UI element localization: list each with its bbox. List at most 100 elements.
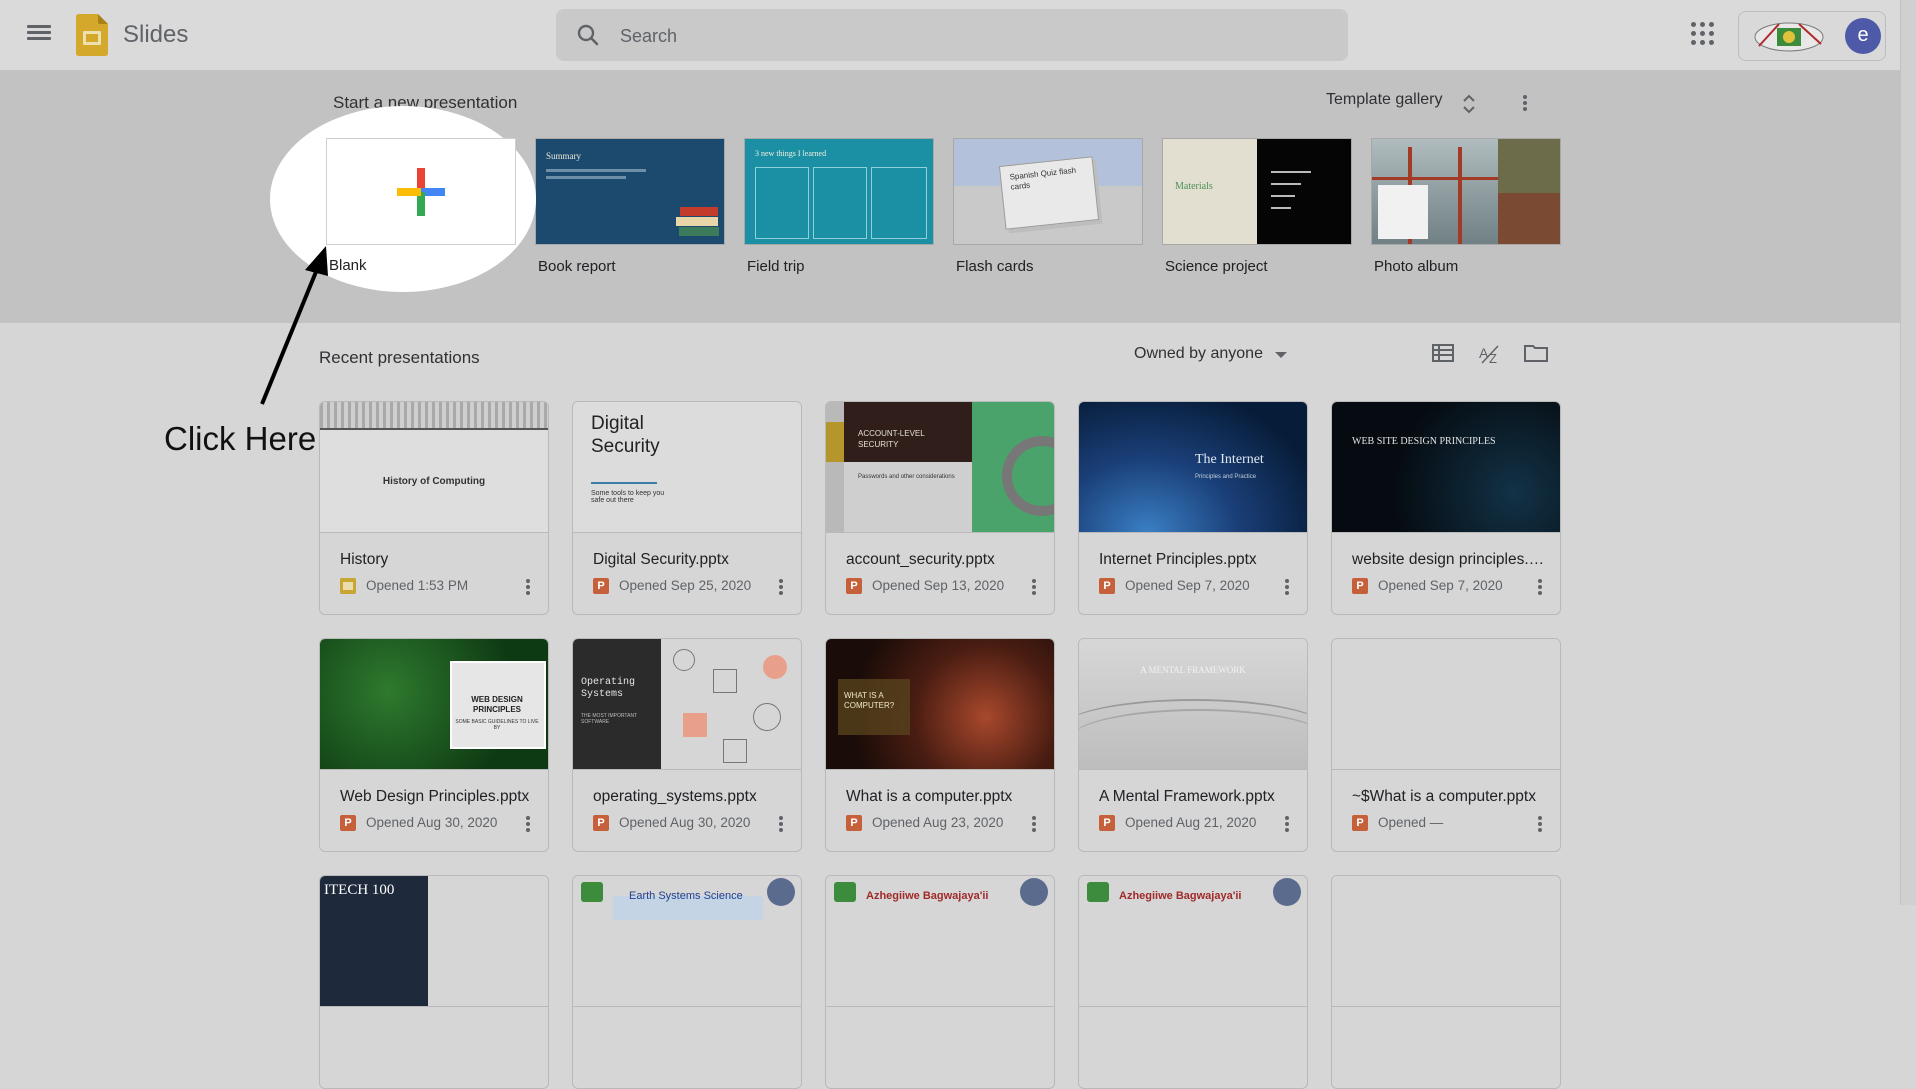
powerpoint-file-icon: P bbox=[1099, 815, 1115, 831]
presentation-thumbnail[interactable]: WEB SITE DESIGN PRINCIPLES bbox=[1332, 402, 1560, 533]
thumb-title: A MENTAL FRAMEWORK bbox=[1140, 665, 1246, 675]
powerpoint-file-icon: P bbox=[1099, 578, 1115, 594]
template-thumbnail[interactable] bbox=[1371, 138, 1561, 245]
template-gallery-button[interactable]: Template gallery bbox=[1326, 91, 1443, 109]
template-label: Book report bbox=[538, 258, 616, 275]
presentation-card[interactable] bbox=[1331, 875, 1561, 1089]
thumb-subtitle: THE MOST IMPORTANT SOFTWARE bbox=[581, 713, 638, 725]
card-more-icon[interactable] bbox=[518, 577, 538, 597]
powerpoint-file-icon: P bbox=[846, 578, 862, 594]
presentation-title: History bbox=[340, 551, 389, 568]
account-switcher[interactable]: e bbox=[1738, 11, 1886, 61]
search-input[interactable] bbox=[618, 9, 1322, 63]
presentation-title: website design principles.pptx bbox=[1352, 551, 1552, 568]
opened-date: Opened Aug 23, 2020 bbox=[872, 815, 1004, 830]
presentation-thumbnail[interactable]: Azhegiiwe Bagwajaya'ii bbox=[826, 876, 1054, 1007]
presentation-card[interactable]: History of Computing History Opened 1:53… bbox=[319, 401, 549, 615]
template-thumb-title: 3 new things I learned bbox=[755, 149, 827, 158]
presentation-card[interactable]: Digital Security Some tools to keep you … bbox=[572, 401, 802, 615]
presentation-thumbnail[interactable]: Digital Security Some tools to keep you … bbox=[573, 402, 801, 533]
thumb-title: WEB DESIGN PRINCIPLES bbox=[471, 695, 523, 714]
presentation-card[interactable]: A MENTAL FRAMEWORK A Mental Framework.pp… bbox=[1078, 638, 1308, 852]
svg-text:Z: Z bbox=[1489, 351, 1497, 365]
template-thumb-title: Summary bbox=[546, 151, 581, 161]
sort-az-icon[interactable]: A Z bbox=[1478, 343, 1502, 365]
search-bar[interactable] bbox=[556, 9, 1348, 63]
thumb-title: ITECH 100 bbox=[324, 882, 395, 898]
unfold-icon[interactable] bbox=[1462, 93, 1476, 115]
presentation-thumbnail[interactable]: ACCOUNT-LEVEL SECURITY Passwords and oth… bbox=[826, 402, 1054, 533]
thumb-title: Azhegiiwe Bagwajaya'ii bbox=[866, 890, 989, 902]
template-label: Field trip bbox=[747, 258, 805, 275]
presentation-thumbnail[interactable] bbox=[1332, 639, 1560, 770]
list-view-icon[interactable] bbox=[1432, 343, 1454, 363]
opened-date: Opened Sep 7, 2020 bbox=[1125, 578, 1250, 593]
presentation-thumbnail[interactable] bbox=[1332, 876, 1560, 1007]
page-scrollbar[interactable] bbox=[1900, 0, 1916, 905]
card-more-icon[interactable] bbox=[1024, 577, 1044, 597]
powerpoint-file-icon: P bbox=[340, 815, 356, 831]
folder-icon[interactable] bbox=[1524, 343, 1548, 363]
presentation-thumbnail[interactable]: ITECH 100 bbox=[320, 876, 548, 1007]
presentation-card[interactable]: Azhegiiwe Bagwajaya'ii bbox=[825, 875, 1055, 1089]
template-thumb-title: Materials bbox=[1175, 181, 1213, 192]
presentation-title: operating_systems.pptx bbox=[593, 788, 757, 805]
presentation-card[interactable]: ~$What is a computer.pptx P Opened — bbox=[1331, 638, 1561, 852]
template-blank[interactable] bbox=[326, 138, 516, 245]
thumb-title: WHAT IS A COMPUTER? bbox=[844, 691, 895, 710]
presentation-thumbnail[interactable]: WHAT IS A COMPUTER? bbox=[826, 639, 1054, 770]
presentation-thumbnail[interactable]: Operating Systems THE MOST IMPORTANT SOF… bbox=[573, 639, 801, 770]
opened-date: Opened 1:53 PM bbox=[366, 578, 469, 593]
template-flash-cards[interactable]: Spanish Quiz flash cards Flash cards bbox=[953, 138, 1143, 275]
presentation-card[interactable]: WEB DESIGN PRINCIPLES SOME BASIC GUIDELI… bbox=[319, 638, 549, 852]
template-thumbnail[interactable]: Spanish Quiz flash cards bbox=[953, 138, 1143, 245]
template-photo-album[interactable]: Photo album bbox=[1371, 138, 1561, 275]
presentation-card[interactable]: Earth Systems Science bbox=[572, 875, 802, 1089]
presentation-thumbnail[interactable]: The Internet Principles and Practice bbox=[1079, 402, 1307, 533]
dropdown-caret-icon[interactable] bbox=[1275, 352, 1287, 358]
opened-date: Opened Aug 30, 2020 bbox=[619, 815, 751, 830]
card-more-icon[interactable] bbox=[1277, 577, 1297, 597]
template-thumbnail[interactable]: Summary bbox=[535, 138, 725, 245]
google-apps-icon[interactable] bbox=[1690, 21, 1716, 47]
presentation-card[interactable]: WEB SITE DESIGN PRINCIPLES website desig… bbox=[1331, 401, 1561, 615]
presentation-thumbnail[interactable]: Azhegiiwe Bagwajaya'ii bbox=[1079, 876, 1307, 1007]
card-more-icon[interactable] bbox=[1277, 814, 1297, 834]
presentation-thumbnail[interactable]: Earth Systems Science bbox=[573, 876, 801, 1007]
card-more-icon[interactable] bbox=[1530, 814, 1550, 834]
user-avatar[interactable]: e bbox=[1845, 18, 1881, 54]
search-icon[interactable] bbox=[576, 23, 600, 47]
plus-icon[interactable] bbox=[397, 168, 445, 216]
presentation-title: A Mental Framework.pptx bbox=[1099, 788, 1275, 805]
presentation-card[interactable]: Operating Systems THE MOST IMPORTANT SOF… bbox=[572, 638, 802, 852]
click-here-annotation: Click Here bbox=[164, 420, 317, 457]
template-book-report[interactable]: Summary Book report bbox=[535, 138, 725, 275]
card-more-icon[interactable] bbox=[771, 814, 791, 834]
powerpoint-file-icon: P bbox=[593, 815, 609, 831]
presentation-card[interactable]: Azhegiiwe Bagwajaya'ii bbox=[1078, 875, 1308, 1089]
svg-text:A: A bbox=[1479, 345, 1489, 361]
presentation-thumbnail[interactable]: History of Computing bbox=[320, 402, 548, 533]
slides-file-icon bbox=[340, 578, 356, 594]
presentation-title: ~$What is a computer.pptx bbox=[1352, 788, 1536, 805]
presentation-thumbnail[interactable]: WEB DESIGN PRINCIPLES SOME BASIC GUIDELI… bbox=[320, 639, 548, 770]
thumb-title: The Internet bbox=[1195, 452, 1264, 467]
card-more-icon[interactable] bbox=[1024, 814, 1044, 834]
template-field-trip[interactable]: 3 new things I learned Field trip bbox=[744, 138, 934, 275]
template-thumbnail[interactable]: 3 new things I learned bbox=[744, 138, 934, 245]
presentation-title: Web Design Principles.pptx bbox=[340, 788, 530, 805]
thumb-title: ACCOUNT-LEVEL SECURITY bbox=[858, 429, 925, 449]
templates-more-icon[interactable] bbox=[1515, 93, 1535, 113]
template-science-project[interactable]: Materials Science project bbox=[1162, 138, 1352, 275]
template-thumbnail[interactable]: Materials bbox=[1162, 138, 1352, 245]
presentation-card[interactable]: The Internet Principles and Practice Int… bbox=[1078, 401, 1308, 615]
owner-filter-dropdown[interactable]: Owned by anyone bbox=[1134, 345, 1263, 363]
card-more-icon[interactable] bbox=[1530, 577, 1550, 597]
presentation-thumbnail[interactable]: A MENTAL FRAMEWORK bbox=[1079, 639, 1307, 770]
presentation-card[interactable]: ITECH 100 bbox=[319, 875, 549, 1089]
template-label: Flash cards bbox=[956, 258, 1034, 275]
card-more-icon[interactable] bbox=[518, 814, 538, 834]
card-more-icon[interactable] bbox=[771, 577, 791, 597]
presentation-card[interactable]: ACCOUNT-LEVEL SECURITY Passwords and oth… bbox=[825, 401, 1055, 615]
presentation-card[interactable]: WHAT IS A COMPUTER? What is a computer.p… bbox=[825, 638, 1055, 852]
